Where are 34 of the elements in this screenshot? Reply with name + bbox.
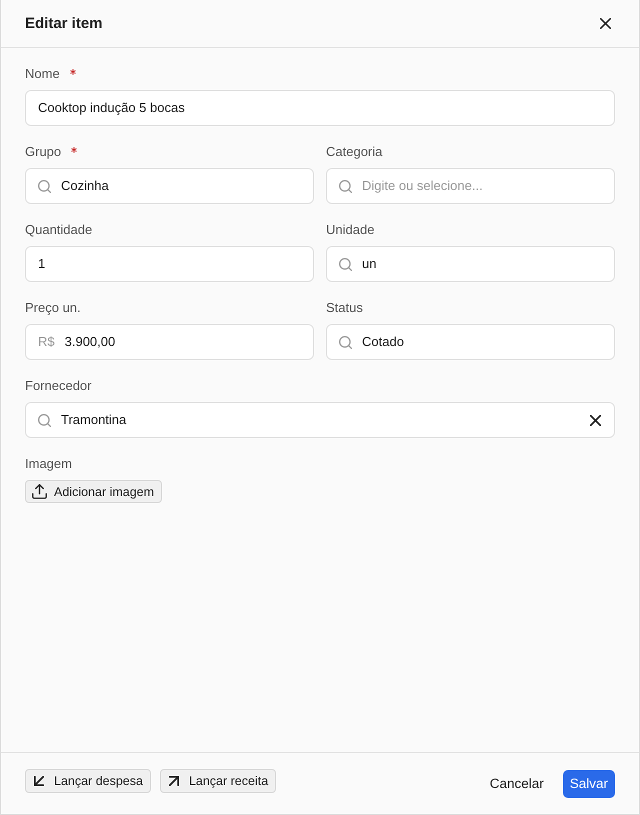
field-label: Fornecedor xyxy=(25,378,92,394)
field-label: Preço un. xyxy=(25,300,81,316)
add-income-button[interactable]: Lançar receita xyxy=(160,769,276,793)
text-field[interactable]: Cooktop indução 5 bocas xyxy=(25,90,615,126)
dialog-title: Editar item xyxy=(25,14,103,32)
field-label: Grupo xyxy=(25,144,62,160)
upload-icon xyxy=(32,484,47,499)
close-icon xyxy=(600,18,611,29)
field-label: Nome xyxy=(25,66,60,82)
clear-icon[interactable] xyxy=(590,414,601,426)
search-field[interactable]: Tramontina xyxy=(25,402,615,438)
field-label: Unidade xyxy=(326,222,374,238)
search-field[interactable]: Cozinha xyxy=(25,168,314,204)
search-field[interactable]: un xyxy=(326,246,615,282)
arrow-up-right-icon xyxy=(168,776,179,786)
field-label: Quantidade xyxy=(25,222,92,238)
search-field[interactable]: Cotado xyxy=(326,324,615,360)
search-icon xyxy=(38,414,51,426)
cancel-button[interactable]: Cancelar xyxy=(480,770,554,798)
search-icon xyxy=(339,258,352,270)
field-label: Imagem xyxy=(25,456,72,472)
price-field[interactable]: R$ 3.900,00 xyxy=(25,324,314,360)
add-expense-button[interactable]: Lançar despesa xyxy=(25,769,151,793)
search-icon xyxy=(339,336,352,348)
currency-prefix: R$ xyxy=(38,334,55,350)
arrow-down-left-icon xyxy=(34,776,44,786)
close-button[interactable] xyxy=(600,18,611,29)
search-icon xyxy=(38,180,51,192)
field-label: Status xyxy=(326,300,363,316)
field-label: Categoria xyxy=(326,144,382,160)
add-image-button[interactable]: Adicionar imagem xyxy=(25,480,162,503)
search-icon xyxy=(339,180,352,192)
save-button[interactable]: Salvar xyxy=(562,770,615,798)
text-field[interactable]: 1 xyxy=(25,246,314,282)
